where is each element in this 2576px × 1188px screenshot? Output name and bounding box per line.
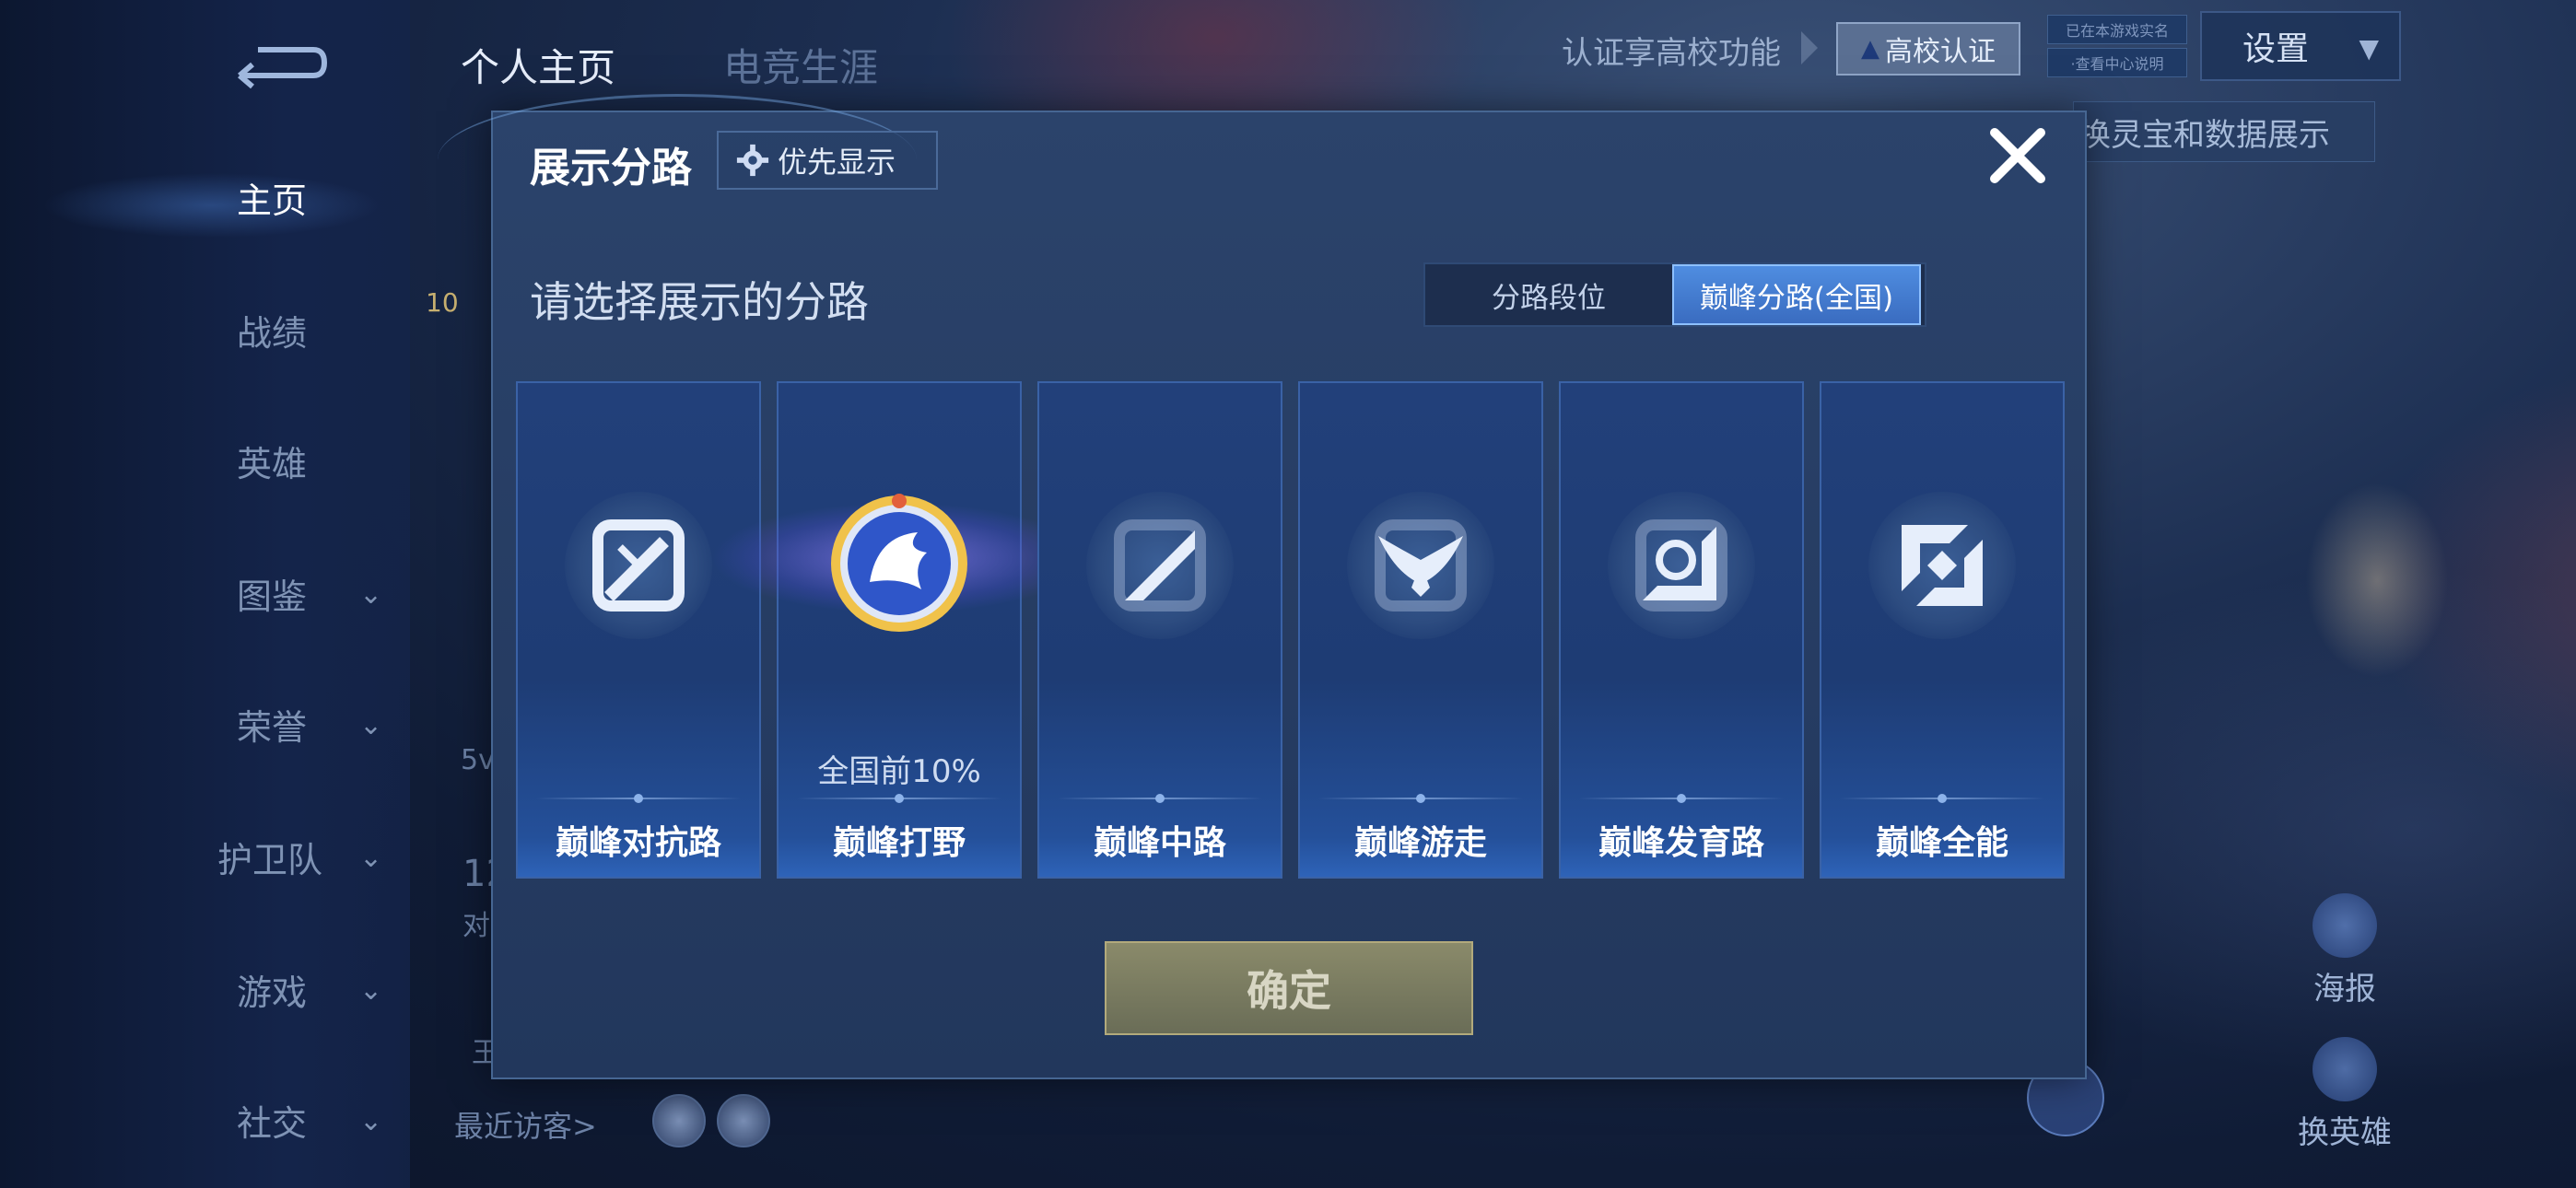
divider-dot bbox=[1938, 794, 1947, 803]
switch-display-label: 换灵宝和数据展示 bbox=[2079, 116, 2330, 154]
sidebar-item-label: 图鉴 bbox=[237, 576, 308, 617]
confirm-button[interactable]: 确定 bbox=[1105, 941, 1473, 1035]
lane-name: 巅峰中路 bbox=[1093, 824, 1226, 862]
close-button[interactable] bbox=[1985, 123, 2050, 188]
lane-type-segmented-control: 分路段位 巅峰分路(全国) bbox=[1423, 262, 1926, 327]
chevron-down-icon: ⌄ bbox=[359, 974, 383, 1007]
hero-icon bbox=[2313, 1037, 2377, 1101]
sidebar-item-label: 主页 bbox=[237, 180, 308, 221]
segment-peak-lane-national[interactable]: 巅峰分路(全国) bbox=[1672, 264, 1921, 325]
mountain-icon: ▲ bbox=[1861, 35, 1879, 63]
lane-name: 巅峰游走 bbox=[1353, 824, 1487, 862]
sidebar-item-guard[interactable]: 护卫队 ⌄ bbox=[217, 820, 420, 893]
gear-icon bbox=[736, 144, 769, 177]
sidebar-item-label: 护卫队 bbox=[217, 839, 323, 880]
bg-peek-text: 对 bbox=[463, 910, 490, 942]
school-cert-link[interactable]: 认证享高校功能 bbox=[1562, 28, 1781, 73]
sidebar-item-records[interactable]: 战绩 bbox=[237, 293, 439, 367]
poster-button[interactable]: 海报 bbox=[2294, 893, 2395, 1008]
back-button[interactable] bbox=[221, 37, 332, 92]
realname-info-tag[interactable]: ·查看中心说明 bbox=[2047, 48, 2187, 77]
sidebar-item-heroes[interactable]: 英雄 bbox=[237, 424, 439, 497]
settings-button[interactable]: 设置 ▼ bbox=[2200, 11, 2401, 81]
all-round-icon bbox=[1876, 499, 2008, 632]
lane-card-farm[interactable]: 巅峰发育路 bbox=[1559, 381, 1804, 879]
avatar[interactable] bbox=[652, 1094, 706, 1147]
sidebar-item-codex[interactable]: 图鉴 ⌄ bbox=[237, 556, 439, 630]
sidebar-item-home[interactable]: 主页 bbox=[237, 160, 439, 234]
avatar[interactable] bbox=[717, 1094, 770, 1147]
sidebar-item-honor[interactable]: 荣誉 ⌄ bbox=[237, 687, 439, 761]
bg-peek-5v: 5v bbox=[461, 744, 495, 776]
sidebar-item-social[interactable]: 社交 ⌄ bbox=[237, 1083, 439, 1157]
sidebar-item-label: 英雄 bbox=[237, 443, 308, 484]
chevron-down-icon: ⌄ bbox=[359, 709, 383, 741]
switch-display-button[interactable]: 换灵宝和数据展示 bbox=[2073, 101, 2375, 162]
lane-card-mid[interactable]: 巅峰中路 bbox=[1037, 381, 1282, 879]
tab-profile[interactable]: 个人主页 bbox=[461, 37, 615, 93]
poster-icon bbox=[2313, 893, 2377, 958]
chevron-down-icon: ⌄ bbox=[359, 578, 383, 611]
recent-visitors-link[interactable]: 最近访客> bbox=[454, 1103, 597, 1146]
select-lane-prompt: 请选择展示的分路 bbox=[530, 277, 869, 327]
school-badge-label: 高校认证 bbox=[1885, 36, 1996, 68]
target-icon bbox=[1615, 499, 1748, 632]
poster-label: 海报 bbox=[2313, 971, 2376, 1007]
dialog-title: 展示分路 bbox=[530, 145, 692, 192]
switch-hero-button[interactable]: 换英雄 bbox=[2294, 1037, 2395, 1152]
back-arrow-icon bbox=[238, 47, 328, 89]
segment-lane-rank[interactable]: 分路段位 bbox=[1425, 264, 1672, 325]
sidebar-item-label: 战绩 bbox=[237, 312, 308, 354]
switch-hero-label: 换英雄 bbox=[2298, 1114, 2392, 1151]
level-badge: 10 bbox=[426, 287, 459, 318]
lane-rank-text: 全国前10% bbox=[817, 753, 981, 790]
priority-display-label: 优先显示 bbox=[778, 145, 896, 180]
lane-name: 巅峰全能 bbox=[1875, 824, 2008, 862]
school-cert-badge[interactable]: ▲ 高校认证 bbox=[1836, 22, 2020, 76]
dragon-emblem-icon bbox=[816, 481, 982, 646]
sidebar-item-label: 社交 bbox=[237, 1102, 308, 1144]
tab-esports-career[interactable]: 电竞生涯 bbox=[723, 37, 878, 93]
lane-card-all-round[interactable]: 巅峰全能 bbox=[1820, 381, 2065, 879]
lane-card-list: 巅峰对抗路 全国前10% 巅峰打野 巅峰中路 巅峰游走 巅峰发育路 巅峰全能 bbox=[516, 381, 2066, 879]
wings-icon bbox=[1354, 499, 1487, 632]
priority-display-button[interactable]: 优先显示 bbox=[717, 131, 938, 190]
sidebar-item-games[interactable]: 游戏 ⌄ bbox=[237, 952, 439, 1026]
sidebar: 主页 战绩 英雄 图鉴 ⌄ 荣誉 ⌄ 护卫队 ⌄ 游戏 ⌄ 社交 ⌄ bbox=[0, 0, 410, 1188]
divider-dot bbox=[634, 794, 643, 803]
realname-tag: 已在本游戏实名 bbox=[2047, 15, 2187, 44]
close-icon bbox=[1990, 128, 2045, 183]
chevron-down-icon: ▼ bbox=[2359, 33, 2379, 64]
sidebar-item-label: 荣誉 bbox=[237, 706, 308, 748]
chevron-down-icon: ⌄ bbox=[359, 1105, 383, 1137]
sidebar-item-label: 游戏 bbox=[237, 972, 308, 1013]
chevron-right-icon bbox=[1801, 31, 1818, 64]
chevron-down-icon: ⌄ bbox=[359, 842, 383, 874]
lane-card-roam[interactable]: 巅峰游走 bbox=[1298, 381, 1543, 879]
diagonal-slash-icon bbox=[1094, 499, 1226, 632]
divider-dot bbox=[1155, 794, 1165, 803]
lane-display-dialog: 展示分路 优先显示 请选择展示的分路 分路段位 巅峰分路(全国) 巅峰对抗路 全… bbox=[438, 94, 2087, 1079]
divider-dot bbox=[1677, 794, 1686, 803]
divider-dot bbox=[895, 794, 904, 803]
lane-card-jungle[interactable]: 全国前10% 巅峰打野 bbox=[650, 381, 1149, 879]
lane-name: 巅峰打野 bbox=[832, 824, 966, 862]
hero-emblem-decoration bbox=[2266, 433, 2488, 728]
lane-name: 巅峰发育路 bbox=[1598, 824, 1764, 862]
divider-dot bbox=[1416, 794, 1425, 803]
lane-name: 巅峰对抗路 bbox=[555, 824, 721, 862]
settings-label: 设置 bbox=[2242, 30, 2310, 68]
